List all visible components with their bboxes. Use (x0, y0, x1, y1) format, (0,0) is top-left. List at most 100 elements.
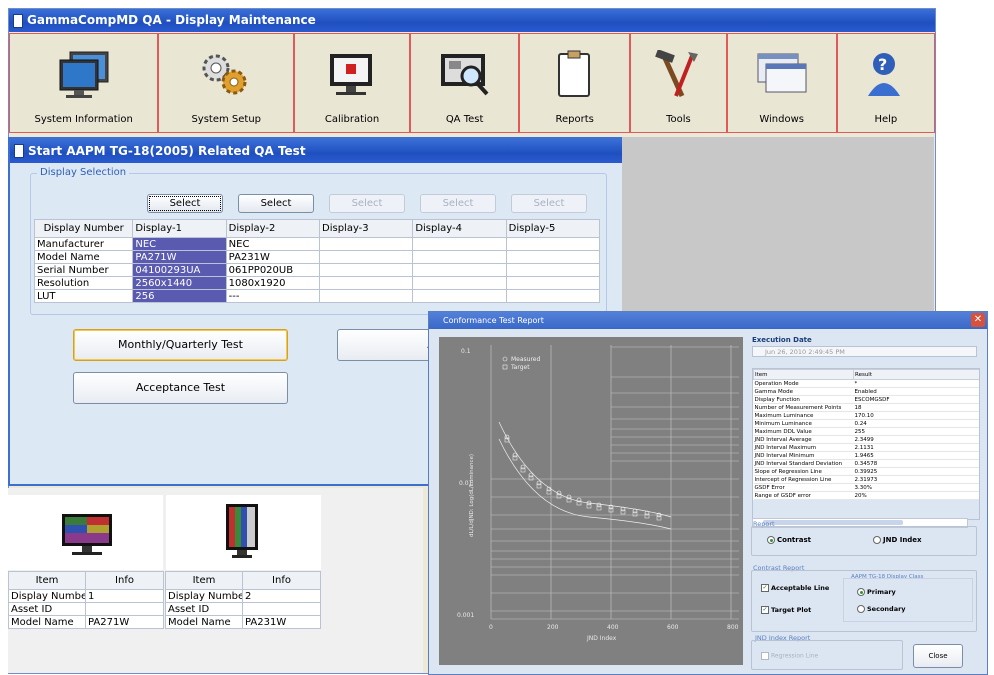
result-row[interactable]: Operation Mode * (753, 379, 979, 388)
qa-window-title-bar[interactable]: Start AAPM TG-18(2005) Related QA Test (10, 139, 622, 163)
result-item-cell: Maximum Luminance (753, 411, 854, 420)
qa-window-title: Start AAPM TG-18(2005) Related QA Test (28, 144, 306, 158)
radio-indicator (873, 536, 881, 544)
col-header: Item (753, 369, 854, 380)
result-row[interactable]: Minimum Luminance 0.24 (753, 419, 979, 428)
display-1-card[interactable] (8, 495, 163, 570)
select-display-5-button[interactable]: Select (511, 194, 587, 213)
close-icon[interactable]: ✕ (971, 313, 985, 327)
table-row[interactable]: Display Number 1 (8, 589, 164, 603)
col-header[interactable]: Display-1 (132, 219, 227, 238)
table-cell (412, 276, 507, 290)
measured-point (596, 502, 602, 508)
col-header[interactable]: Display-4 (412, 219, 507, 238)
monthly-quarterly-test-button[interactable]: Monthly/Quarterly Test (73, 329, 288, 361)
col-header[interactable]: Display-3 (318, 219, 414, 238)
table-row[interactable]: LUT 256 --- (33, 289, 601, 303)
col-header[interactable]: Display-5 (505, 219, 601, 238)
result-item-cell: Maximum DDL Value (753, 427, 854, 436)
result-value-cell: 255 (853, 427, 979, 436)
display-class-group (843, 578, 973, 622)
result-row[interactable]: JND Interval Maximum 2.1131 (753, 443, 979, 452)
secondary-radio[interactable]: Secondary (857, 605, 906, 613)
acceptable-line-checkbox[interactable]: ✓ Acceptable Line (761, 584, 829, 592)
toolbar-system-setup-button[interactable]: System Setup (158, 33, 295, 133)
result-row[interactable]: Slope of Regression Line 0.39925 (753, 467, 979, 476)
result-row[interactable]: Maximum Luminance 170.10 (753, 411, 979, 420)
main-title-bar[interactable]: GammaCompMD QA - Display Maintenance (9, 9, 935, 32)
checkbox-indicator (761, 652, 769, 660)
regression-line-checkbox[interactable]: Regression Line (761, 652, 818, 660)
display-table: Display Number Display-1 Display-2 Displ… (33, 219, 601, 303)
primary-radio-label: Primary (867, 588, 896, 596)
result-row[interactable]: JND Interval Minimum 1.9465 (753, 451, 979, 460)
result-value-cell: 170.10 (853, 411, 979, 420)
table-row[interactable]: Model Name PA271W PA231W (33, 250, 601, 264)
toolbar-system-information-button[interactable]: System Information (9, 33, 159, 133)
execution-date-select[interactable]: Jun 26, 2010 2:49:45 PM (752, 346, 977, 357)
result-row[interactable]: JND Interval Average 2.3499 (753, 435, 979, 444)
row-label: Model Name (33, 250, 134, 264)
item-cell: Display Number (8, 589, 86, 603)
primary-radio[interactable]: Primary (857, 588, 896, 596)
scrollbar-thumb[interactable] (763, 520, 903, 525)
table-cell (412, 289, 507, 303)
toolbar-tools-button[interactable]: Tools (630, 33, 727, 133)
select-display-4-button[interactable]: Select (420, 194, 496, 213)
toolbar-windows-button[interactable]: Windows (726, 33, 837, 133)
toolbar-help-button[interactable]: ? Help (836, 33, 935, 133)
table-row[interactable]: Serial Number 04100293UA 061PP020UB (33, 263, 601, 277)
col-header[interactable]: Display Number (33, 219, 134, 238)
table-row[interactable]: Asset ID (8, 602, 164, 616)
table-row[interactable]: Asset ID (165, 602, 321, 616)
result-row[interactable]: Gamma Mode Enabled (753, 387, 979, 396)
result-item-cell: JND Interval Average (753, 435, 854, 444)
col-header[interactable]: Display-2 (225, 219, 321, 238)
conformance-plot: 0.1 0.01 0.001 0 200 400 600 800 JND Ind… (439, 337, 743, 665)
result-item-cell: Slope of Regression Line (753, 467, 854, 476)
result-row[interactable]: Number of Measurement Points 18 (753, 403, 979, 412)
toolbar-label: Reports (555, 114, 594, 125)
toolbar-qa-test-button[interactable]: QA Test (410, 33, 520, 133)
display-2-card[interactable] (166, 495, 321, 570)
toolbar-label: System Setup (191, 114, 262, 125)
result-row[interactable]: Display Function ESCOMGSDF (753, 395, 979, 404)
measured-legend-marker (502, 356, 508, 362)
acceptance-test-button[interactable]: Acceptance Test (73, 372, 288, 404)
result-row[interactable]: Range of GSDF error 20% (753, 491, 979, 500)
select-display-2-button[interactable]: Select (238, 194, 314, 213)
target-plot-checkbox[interactable]: ✓ Target Plot (761, 606, 811, 614)
select-display-3-button[interactable]: Select (329, 194, 405, 213)
toolbar-reports-button[interactable]: Reports (519, 33, 631, 133)
result-value-cell: ESCOMGSDF (853, 395, 979, 404)
calibration-monitor-icon (324, 50, 380, 103)
table-cell: PA271W (132, 250, 227, 264)
table-row[interactable]: Model Name PA231W (165, 615, 321, 629)
table-row[interactable]: Manufacturer NEC NEC (33, 237, 601, 251)
toolbar-calibration-button[interactable]: Calibration (294, 33, 411, 133)
result-row[interactable]: GSDF Error 3.30% (753, 483, 979, 492)
svg-text:?: ? (878, 55, 887, 74)
info-cell: 1 (85, 589, 164, 603)
help-icon: ? (858, 50, 914, 103)
table-row[interactable]: Model Name PA271W (8, 615, 164, 629)
table-row[interactable]: Display Number 2 (165, 589, 321, 603)
app-icon (13, 13, 23, 28)
table-row[interactable]: Resolution 2560x1440 1080x1920 (33, 276, 601, 290)
table-cell (505, 289, 601, 303)
toolbar-label: QA Test (445, 114, 484, 125)
measured-point (632, 508, 638, 514)
select-display-1-button[interactable]: Select (147, 194, 223, 213)
result-item-cell: Operation Mode (753, 379, 854, 388)
result-row[interactable]: Maximum DDL Value 255 (753, 427, 979, 436)
result-row[interactable]: Intercept of Regression Line 2.31973 (753, 475, 979, 484)
jnd-index-radio[interactable]: JND Index (873, 536, 922, 544)
result-table-container[interactable]: Item Result Operation Mode * Gamma Mode Enab… (752, 368, 980, 520)
close-button[interactable]: Close (913, 644, 963, 668)
result-row[interactable]: JND Interval Standard Deviation 0.34578 (753, 459, 979, 468)
table-cell: NEC (225, 237, 321, 251)
conformance-report-window: Conformance Test Report ✕ 0.1 0.01 0.001… (428, 311, 988, 675)
report-title-bar[interactable]: Conformance Test Report ✕ (429, 312, 987, 329)
result-value-cell: 2.31973 (853, 475, 979, 484)
contrast-radio[interactable]: Contrast (767, 536, 811, 544)
